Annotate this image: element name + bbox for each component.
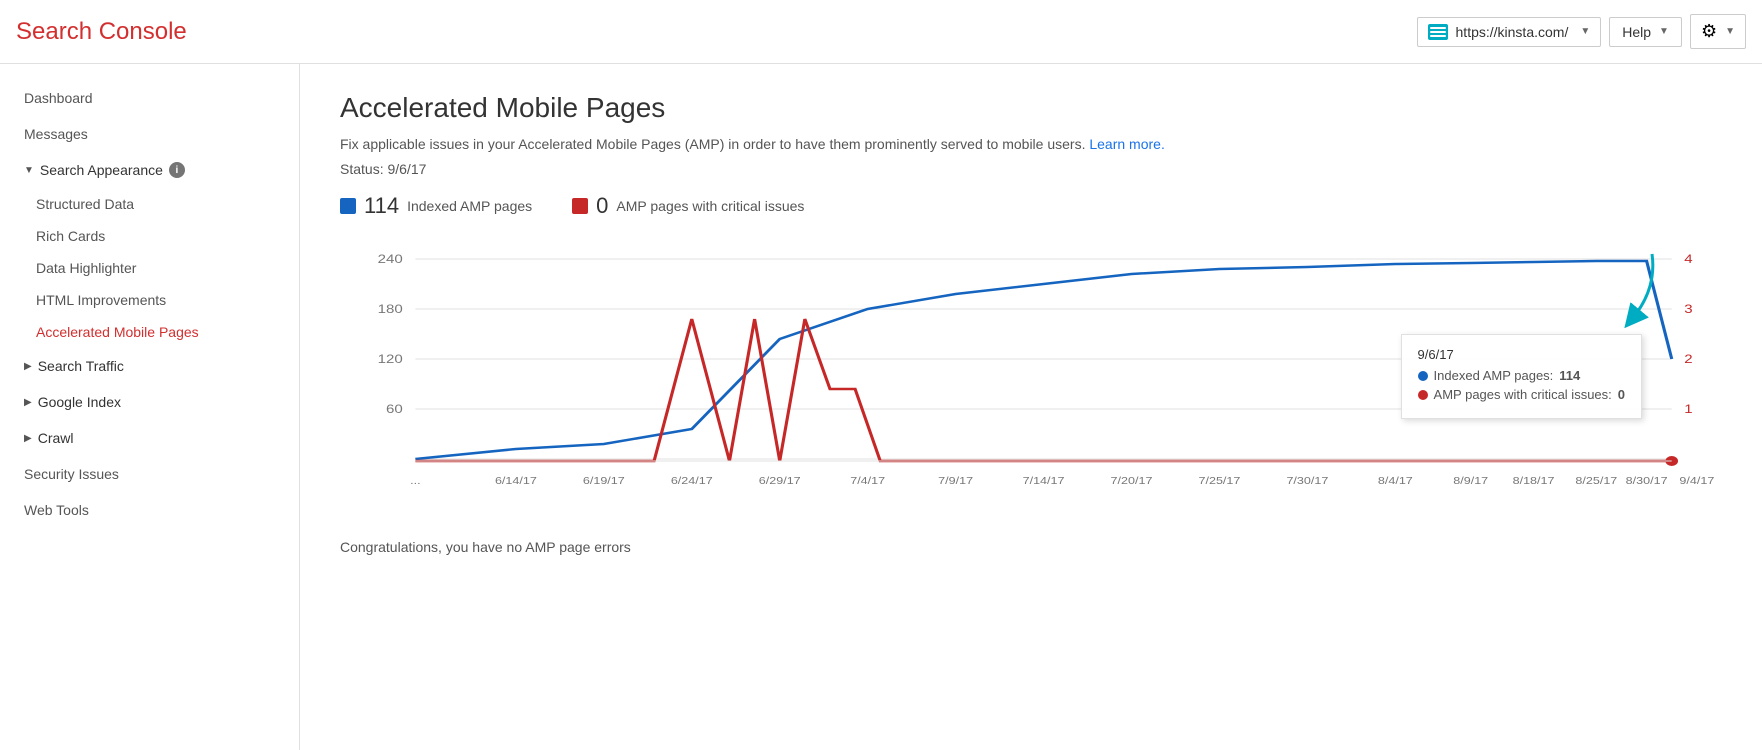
sidebar-item-security-issues[interactable]: Security Issues	[0, 456, 299, 492]
sidebar-sub-structured-data[interactable]: Structured Data	[0, 188, 299, 220]
help-label: Help	[1622, 24, 1651, 40]
stats-row: 114 Indexed AMP pages 0 AMP pages with c…	[340, 193, 1722, 219]
sidebar-sub-html-improvements[interactable]: HTML Improvements	[0, 284, 299, 316]
svg-text:8/25/17: 8/25/17	[1575, 476, 1617, 487]
svg-text:8/9/17: 8/9/17	[1453, 476, 1488, 487]
sidebar-sub-amp[interactable]: Accelerated Mobile Pages	[0, 316, 299, 348]
chevron-right-icon: ▶	[24, 433, 32, 444]
chevron-right-icon: ▶	[24, 397, 32, 408]
status-line: Status: 9/6/17	[340, 161, 1722, 177]
svg-text:6/24/17: 6/24/17	[671, 476, 713, 487]
header: Search Console https://kinsta.com/ ▼ Hel…	[0, 0, 1762, 64]
critical-color-box	[572, 198, 588, 214]
svg-text:6/29/17: 6/29/17	[759, 476, 801, 487]
sidebar-item-search-appearance[interactable]: ▼ Search Appearance i	[0, 152, 299, 188]
tooltip-indexed-row: Indexed AMP pages: 114	[1418, 368, 1625, 383]
sidebar-sub-data-highlighter[interactable]: Data Highlighter	[0, 252, 299, 284]
svg-text:8/30/17: 8/30/17	[1626, 476, 1668, 487]
gear-icon: ⚙	[1701, 21, 1717, 42]
layout: Dashboard Messages ▼ Search Appearance i…	[0, 64, 1762, 750]
info-icon: i	[169, 162, 185, 178]
svg-text:180: 180	[378, 302, 404, 315]
indexed-count: 114	[364, 193, 399, 219]
sidebar-item-search-traffic[interactable]: ▶ Search Traffic	[0, 348, 299, 384]
header-right: https://kinsta.com/ ▼ Help ▼ ⚙ ▼	[1417, 14, 1746, 49]
svg-text:8/4/17: 8/4/17	[1378, 476, 1413, 487]
chevron-down-icon: ▼	[24, 165, 34, 176]
svg-text:9/4/17: 9/4/17	[1679, 476, 1714, 487]
indexed-stat: 114 Indexed AMP pages	[340, 193, 532, 219]
sidebar-item-google-index[interactable]: ▶ Google Index	[0, 384, 299, 420]
indexed-label: Indexed AMP pages	[407, 198, 532, 214]
sidebar-item-web-tools[interactable]: Web Tools	[0, 492, 299, 528]
settings-arrow: ▼	[1725, 26, 1735, 37]
svg-text:60: 60	[386, 402, 403, 415]
site-icon	[1428, 24, 1448, 40]
critical-count: 0	[596, 193, 608, 219]
critical-label: AMP pages with critical issues	[616, 198, 804, 214]
sidebar-item-messages[interactable]: Messages	[0, 116, 299, 152]
svg-text:120: 120	[378, 352, 404, 365]
svg-text:1: 1	[1684, 402, 1692, 415]
svg-text:7/9/17: 7/9/17	[938, 476, 973, 487]
tooltip-critical-row: AMP pages with critical issues: 0	[1418, 387, 1625, 402]
svg-text:4: 4	[1684, 252, 1693, 265]
site-url: https://kinsta.com/	[1456, 24, 1569, 40]
svg-text:7/14/17: 7/14/17	[1023, 476, 1065, 487]
teal-arrow-annotation	[1602, 249, 1662, 332]
learn-more-link[interactable]: Learn more.	[1089, 136, 1164, 152]
svg-text:7/20/17: 7/20/17	[1111, 476, 1153, 487]
chart-tooltip: 9/6/17 Indexed AMP pages: 114 AMP pages …	[1401, 334, 1642, 419]
sidebar-sub-rich-cards[interactable]: Rich Cards	[0, 220, 299, 252]
tooltip-blue-dot	[1418, 371, 1428, 381]
svg-text:2: 2	[1684, 352, 1692, 365]
svg-text:7/30/17: 7/30/17	[1286, 476, 1328, 487]
tooltip-date: 9/6/17	[1418, 347, 1625, 362]
page-title: Accelerated Mobile Pages	[340, 92, 1722, 124]
sidebar: Dashboard Messages ▼ Search Appearance i…	[0, 64, 300, 750]
site-selector[interactable]: https://kinsta.com/ ▼	[1417, 17, 1602, 47]
chart-container: 240 180 120 60 4 3 2 1 ... 6/14/17 6/19/…	[340, 239, 1722, 519]
sidebar-item-dashboard[interactable]: Dashboard	[0, 80, 299, 116]
main-content: Accelerated Mobile Pages Fix applicable …	[300, 64, 1762, 750]
page-description: Fix applicable issues in your Accelerate…	[340, 134, 1722, 155]
svg-text:3: 3	[1684, 302, 1692, 315]
svg-text:6/14/17: 6/14/17	[495, 476, 537, 487]
chevron-right-icon: ▶	[24, 361, 32, 372]
svg-text:...: ...	[410, 476, 420, 487]
svg-text:7/25/17: 7/25/17	[1199, 476, 1241, 487]
svg-text:240: 240	[378, 252, 404, 265]
help-arrow: ▼	[1659, 26, 1669, 37]
sidebar-item-crawl[interactable]: ▶ Crawl	[0, 420, 299, 456]
settings-button[interactable]: ⚙ ▼	[1690, 14, 1746, 49]
indexed-color-box	[340, 198, 356, 214]
site-selector-arrow: ▼	[1580, 26, 1590, 37]
congratulations-message: Congratulations, you have no AMP page er…	[340, 539, 1722, 555]
svg-text:7/4/17: 7/4/17	[850, 476, 885, 487]
svg-text:8/18/17: 8/18/17	[1513, 476, 1555, 487]
critical-stat: 0 AMP pages with critical issues	[572, 193, 804, 219]
help-button[interactable]: Help ▼	[1609, 17, 1682, 47]
app-title: Search Console	[16, 18, 187, 46]
svg-text:6/19/17: 6/19/17	[583, 476, 625, 487]
tooltip-red-dot	[1418, 390, 1428, 400]
